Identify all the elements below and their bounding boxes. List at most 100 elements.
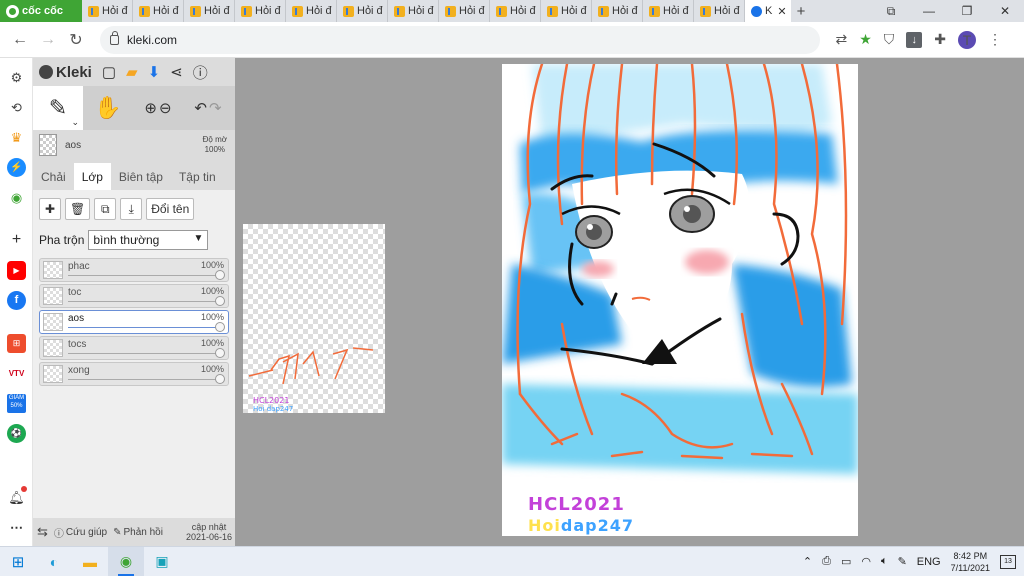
blend-mode-select[interactable]: bình thường ▼	[88, 230, 209, 250]
battery-icon[interactable]: ▭	[841, 555, 851, 568]
layer-opacity-slider-handle[interactable]	[215, 348, 225, 358]
layer-opacity-track[interactable]	[68, 353, 222, 354]
tab-brush[interactable]: Chải	[33, 163, 74, 190]
game-controller-icon[interactable]: ◉	[7, 188, 26, 207]
restore-button[interactable]: ❐	[948, 4, 986, 18]
reload-button[interactable]: ↻	[62, 30, 90, 50]
language-indicator[interactable]: ENG	[917, 556, 941, 568]
layer-opacity-track[interactable]	[68, 301, 222, 302]
more-icon[interactable]: ⋯	[7, 518, 26, 537]
kleki-logo[interactable]: Kleki	[39, 64, 92, 81]
canvas-workspace[interactable]: HCL2021 Hoi dap247 HCL2021 Hoidap247	[235, 58, 1024, 546]
close-window-button[interactable]: ✕	[986, 4, 1024, 18]
browser-tab[interactable]: Hỏi đ	[490, 0, 541, 22]
zoom-in-icon[interactable]: ⊕	[144, 99, 157, 117]
tray-device-icon[interactable]: ⎙	[822, 555, 831, 568]
youtube-icon[interactable]: ▶	[7, 261, 26, 280]
coccoc-menu-button[interactable]: cốc cốc	[0, 0, 82, 22]
wifi-icon[interactable]: ◠	[861, 555, 871, 568]
back-button[interactable]: ←	[6, 31, 34, 49]
layer-opacity-slider-handle[interactable]	[215, 296, 225, 306]
tab-layers[interactable]: Lớp	[73, 163, 111, 190]
layer-row[interactable]: xong 100%	[39, 362, 229, 386]
feedback-link[interactable]: ✎ Phản hồi	[113, 527, 163, 538]
history-icon[interactable]: ⟲	[7, 98, 26, 117]
add-layer-button[interactable]: ✚	[39, 198, 61, 220]
windows-start-icon[interactable]: ⊞	[0, 547, 36, 576]
layer-row[interactable]: phac 100%	[39, 258, 229, 282]
extensions-puzzle-icon[interactable]: ✚	[934, 31, 946, 48]
menu-kebab-icon[interactable]: ⋮	[988, 31, 1002, 48]
merge-layer-button[interactable]: ⤓	[120, 198, 143, 220]
layer-opacity-track[interactable]	[68, 379, 222, 380]
bookmark-star-icon[interactable]: ★	[859, 31, 872, 48]
pen-icon[interactable]: ✎	[898, 555, 907, 568]
volume-icon[interactable]: 🔈︎	[881, 555, 888, 568]
layer-opacity-slider-handle[interactable]	[215, 322, 225, 332]
tab-edit[interactable]: Biên tập	[111, 163, 171, 190]
add-shortcut-icon[interactable]: +	[7, 230, 26, 249]
browser-tab[interactable]: Hỏi đ	[694, 0, 745, 22]
layer-row[interactable]: toc 100%	[39, 284, 229, 308]
facebook-icon[interactable]: f	[7, 291, 26, 310]
notification-center-icon[interactable]: 13	[1000, 554, 1016, 569]
update-info[interactable]: cập nhật 2021-06-16	[186, 522, 235, 542]
vtv-icon[interactable]: VTV	[7, 364, 26, 383]
layer-opacity-slider-handle[interactable]	[215, 270, 225, 280]
browser-tab[interactable]: Hỏi đ	[592, 0, 643, 22]
zoom-out-icon[interactable]: ⊖	[159, 99, 172, 117]
new-file-icon[interactable]: ▢	[102, 63, 116, 81]
rename-layer-button[interactable]: Đổi tên	[146, 198, 195, 220]
tray-chevron-up-icon[interactable]: ⌃	[803, 555, 812, 568]
forward-button[interactable]: →	[34, 31, 62, 49]
swap-side-icon[interactable]: ⇆	[37, 524, 48, 540]
layer-opacity-track[interactable]	[68, 327, 222, 328]
app-taskbar-icon[interactable]: ▣	[144, 547, 180, 576]
layer-row[interactable]: aos 100%	[39, 310, 229, 334]
sale-icon[interactable]: GIẢM 50%	[7, 394, 26, 413]
tab-kleki-active[interactable]: K ✕	[745, 0, 791, 22]
file-explorer-icon[interactable]: ▬	[72, 547, 108, 576]
browser-tab[interactable]: Hỏi đ	[235, 0, 286, 22]
tab-file[interactable]: Tập tin	[171, 163, 224, 190]
crown-icon[interactable]: ♛	[7, 128, 26, 147]
browser-tab[interactable]: Hỏi đ	[388, 0, 439, 22]
settings-gear-icon[interactable]: ⚙	[7, 68, 26, 87]
browser-tab[interactable]: Hỏi đ	[643, 0, 694, 22]
drawing-canvas[interactable]: HCL2021 Hoidap247	[502, 64, 858, 536]
shield-icon[interactable]: ⛉	[884, 31, 895, 48]
minimize-button[interactable]: —	[910, 4, 948, 18]
profile-avatar[interactable]: T	[958, 30, 976, 49]
coccoc-taskbar-icon[interactable]: ◉	[108, 546, 144, 576]
save-download-icon[interactable]: ⬇	[148, 63, 161, 81]
browser-tab[interactable]: Hỏi đ	[541, 0, 592, 22]
brush-tool-button[interactable]: ✎ ⌄	[33, 86, 83, 130]
taskbar-clock[interactable]: 8:42 PM 7/11/2021	[951, 550, 990, 574]
translate-icon[interactable]: ⇄	[835, 31, 847, 48]
delete-layer-button[interactable]: 🗑︎	[65, 198, 91, 220]
browser-tab[interactable]: Hỏi đ	[133, 0, 184, 22]
browser-tab[interactable]: Hỏi đ	[286, 0, 337, 22]
download-icon[interactable]: ↓	[906, 31, 923, 48]
layer-row[interactable]: tocs 100%	[39, 336, 229, 360]
undo-icon[interactable]: ↶	[194, 99, 207, 117]
help-link[interactable]: ⓘ Cứu giúp	[54, 525, 107, 540]
football-icon[interactable]: ⚽	[7, 424, 26, 443]
hand-tool-button[interactable]: ✋	[83, 86, 133, 130]
edge-icon[interactable]: ◐	[36, 547, 72, 576]
address-bar[interactable]: kleki.com	[100, 25, 820, 54]
tab-close-icon[interactable]: ✕	[777, 5, 786, 18]
messenger-icon[interactable]: ⚡	[7, 158, 26, 177]
new-tab-button[interactable]: +	[791, 3, 811, 20]
layer-opacity-slider-handle[interactable]	[215, 374, 225, 384]
browser-tab[interactable]: Hỏi đ	[439, 0, 490, 22]
layer-opacity-track[interactable]	[68, 275, 222, 276]
cast-icon[interactable]: ⧉	[872, 4, 910, 19]
open-folder-icon[interactable]: ▰	[126, 63, 138, 81]
shopee-icon[interactable]: ⊞	[7, 334, 26, 353]
redo-icon[interactable]: ↷	[209, 99, 222, 117]
browser-tab[interactable]: Hỏi đ	[184, 0, 235, 22]
browser-tab[interactable]: Hỏi đ	[337, 0, 388, 22]
share-icon[interactable]: ⋖	[170, 63, 183, 81]
help-icon[interactable]: ⓘ	[193, 62, 208, 83]
